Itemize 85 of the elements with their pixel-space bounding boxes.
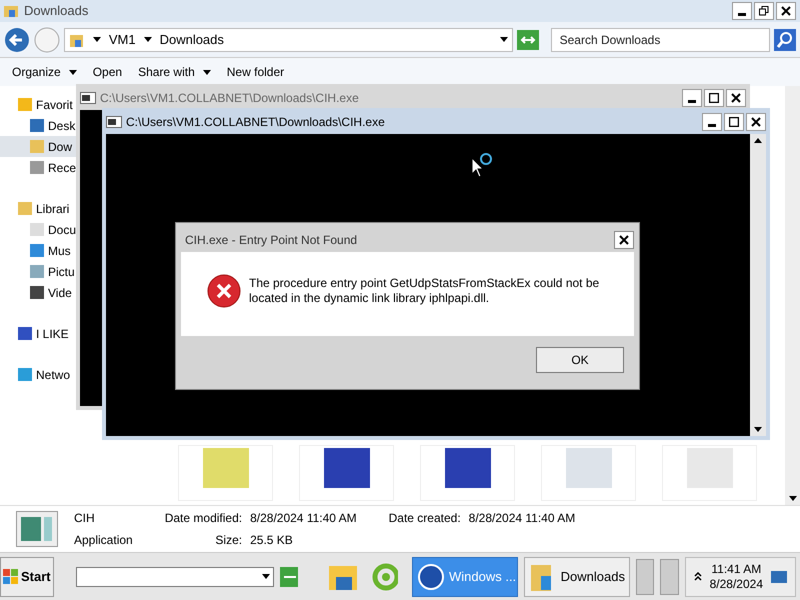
address-bar[interactable]: VM1 Downloads bbox=[64, 28, 513, 52]
window-thumbnail[interactable] bbox=[660, 558, 679, 594]
close-icon bbox=[731, 93, 741, 103]
scrollbar[interactable] bbox=[750, 134, 766, 436]
start-button[interactable]: Start bbox=[0, 556, 54, 596]
search-field[interactable]: Search Downloads bbox=[550, 28, 770, 52]
sidebar-item[interactable]: Favorit bbox=[0, 94, 78, 115]
field-value: 25.5 KB bbox=[250, 532, 294, 549]
breadcrumb[interactable]: VM1 bbox=[108, 30, 136, 50]
toolbar-button[interactable]: Share with bbox=[138, 63, 211, 81]
minimize-icon bbox=[708, 124, 716, 127]
sidebar-item[interactable]: Pictu bbox=[0, 261, 78, 282]
close-icon bbox=[619, 235, 629, 245]
maximize-button[interactable] bbox=[704, 89, 724, 107]
close-icon bbox=[751, 117, 761, 127]
sidebar-item[interactable]: Mus bbox=[0, 240, 78, 261]
toolbar-button[interactable]: New folder bbox=[226, 63, 284, 81]
close-button[interactable] bbox=[726, 89, 746, 107]
maximize-icon bbox=[709, 93, 719, 103]
file-tile[interactable] bbox=[420, 445, 515, 501]
window-title: C:\Users\VM1.COLLABNET\Downloads\CIH.exe bbox=[126, 114, 385, 131]
minimize-icon bbox=[738, 13, 746, 16]
maximize-icon bbox=[729, 117, 739, 127]
clock-date: 8/28/2024 bbox=[710, 576, 763, 592]
application-icon bbox=[16, 511, 58, 547]
dialog-title: CIH.exe - Entry Point Not Found bbox=[185, 232, 358, 249]
close-button[interactable] bbox=[746, 113, 766, 131]
window-title: C:\Users\VM1.COLLABNET\Downloads\CIH.exe bbox=[100, 90, 359, 107]
scrollbar[interactable] bbox=[785, 86, 800, 505]
dropdown-arrow-icon[interactable] bbox=[500, 37, 508, 42]
scroll-up-arrow-icon[interactable] bbox=[754, 138, 762, 143]
search-icon[interactable] bbox=[774, 28, 796, 50]
field-value: 8/28/2024 11:40 AM bbox=[250, 510, 357, 527]
caret-icon[interactable] bbox=[92, 37, 101, 42]
restore-icon bbox=[759, 6, 769, 16]
window-title: Downloads bbox=[24, 2, 88, 20]
file-tile[interactable] bbox=[178, 445, 273, 501]
minimize-button[interactable] bbox=[732, 2, 752, 20]
toolbar-button[interactable]: Organize bbox=[12, 63, 77, 81]
chevron-icon[interactable] bbox=[694, 572, 702, 581]
breadcrumb[interactable]: Downloads bbox=[160, 30, 224, 50]
close-button[interactable] bbox=[614, 231, 634, 249]
sidebar-item[interactable]: Vide bbox=[0, 282, 78, 303]
scroll-down-arrow-icon[interactable] bbox=[754, 427, 762, 432]
minimize-button[interactable] bbox=[702, 113, 722, 131]
console-icon bbox=[106, 116, 122, 128]
file-name: CIH bbox=[74, 510, 96, 527]
minimize-button[interactable] bbox=[682, 89, 702, 107]
sidebar-item[interactable]: Docu bbox=[0, 219, 78, 240]
field-label: Date modified: bbox=[164, 510, 242, 527]
error-icon bbox=[207, 274, 241, 308]
field-label: Size: bbox=[214, 532, 242, 549]
taskbar-button[interactable]: Downloads bbox=[524, 556, 630, 596]
restore-button[interactable] bbox=[754, 2, 774, 20]
refresh-icon[interactable] bbox=[516, 30, 539, 50]
run-combo-field[interactable] bbox=[76, 566, 274, 586]
monitor-icon[interactable] bbox=[771, 570, 787, 582]
field-value: 8/28/2024 11:40 AM bbox=[468, 510, 576, 527]
dropdown-arrow-icon[interactable] bbox=[262, 574, 270, 579]
toolbar-button[interactable]: Open bbox=[92, 63, 122, 81]
clock-time: 11:41 AM bbox=[711, 562, 762, 576]
file-tile[interactable] bbox=[299, 445, 394, 501]
sidebar-item[interactable]: Librari bbox=[0, 198, 78, 219]
caret-icon[interactable] bbox=[144, 37, 152, 42]
sidebar-item[interactable]: Desk bbox=[0, 115, 78, 136]
sidebar-item[interactable]: I LIKE bbox=[0, 323, 78, 344]
console-icon bbox=[80, 92, 96, 104]
close-button[interactable] bbox=[776, 2, 796, 20]
ok-button[interactable]: OK bbox=[536, 347, 624, 373]
sidebar-item[interactable]: Rece bbox=[0, 157, 78, 178]
file-type: Application bbox=[74, 532, 133, 549]
file-tile[interactable] bbox=[541, 445, 636, 501]
back-icon[interactable] bbox=[4, 26, 30, 52]
windows-logo-icon bbox=[3, 568, 19, 584]
error-message: The procedure entry point GetUdpStatsFromStackEx could not be located in the dynamic link library iphlpapi.dll. bbox=[249, 276, 600, 306]
window-thumbnail[interactable] bbox=[636, 558, 654, 594]
folder-icon bbox=[4, 4, 20, 18]
go-icon[interactable] bbox=[280, 566, 298, 586]
sidebar-item[interactable]: Netwo bbox=[0, 364, 78, 385]
sidebar-item[interactable]: Dow bbox=[0, 136, 78, 157]
close-icon bbox=[781, 6, 791, 16]
maximize-button[interactable] bbox=[724, 113, 744, 131]
minimize-icon bbox=[688, 100, 696, 103]
field-label: Date created: bbox=[388, 510, 461, 527]
scroll-down-arrow-icon[interactable] bbox=[788, 496, 796, 501]
